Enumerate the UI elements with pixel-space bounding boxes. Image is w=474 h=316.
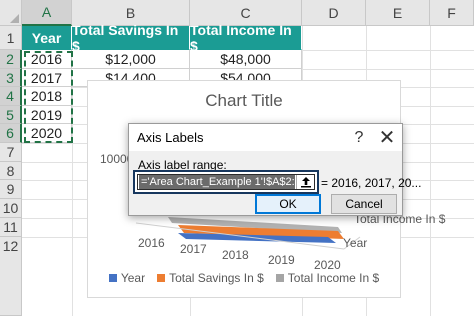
collapse-dialog-button[interactable]	[296, 175, 314, 189]
row-header-8[interactable]: 8	[0, 162, 22, 180]
row-header-11[interactable]: 11	[0, 218, 22, 237]
range-preview-text: = 2016, 2017, 20...	[321, 176, 422, 190]
dialog-title: Axis Labels	[137, 130, 204, 145]
x-axis-tick-label: 2018	[222, 248, 249, 262]
column-header-f[interactable]: F	[430, 0, 474, 26]
row-header-10[interactable]: 10	[0, 199, 22, 218]
axis-label-range-field[interactable]: ='Area Chart_Example 1'!$A$2:$A$	[133, 170, 319, 194]
header-cell-year[interactable]: Year	[22, 26, 72, 50]
chart-legend[interactable]: Year Total Savings In $ Total Income In …	[88, 271, 400, 285]
row-header-4[interactable]: 4	[0, 87, 22, 106]
axis-label-range-input[interactable]: ='Area Chart_Example 1'!$A$2:$A$	[139, 175, 295, 189]
header-cell-total-savings[interactable]: Total Savings In $	[72, 22, 190, 54]
table-cell-income[interactable]: $48,000	[190, 50, 302, 69]
help-icon[interactable]: ?	[346, 129, 372, 147]
row-header-3[interactable]: 3	[0, 69, 22, 87]
x-axis-tick-label: 2020	[314, 258, 341, 272]
x-axis-tick-label: 2019	[268, 253, 295, 267]
legend-item-total-savings[interactable]: Total Savings In $	[157, 271, 264, 285]
upload-arrow-icon	[300, 177, 311, 188]
ok-button[interactable]: OK	[255, 194, 321, 214]
legend-swatch	[108, 274, 117, 282]
row-header-6[interactable]: 6	[0, 124, 22, 143]
cancel-button[interactable]: Cancel	[331, 194, 397, 214]
row-header-2[interactable]: 2	[0, 50, 22, 69]
legend-item-year[interactable]: Year	[108, 271, 146, 285]
table-cell-year[interactable]: 2019	[22, 106, 72, 124]
table-cell-year[interactable]: 2018	[22, 87, 72, 106]
column-header-e[interactable]: E	[366, 0, 430, 26]
legend-swatch	[157, 274, 166, 282]
table-cell-year[interactable]: 2016	[22, 50, 72, 69]
select-all-corner[interactable]	[0, 0, 22, 26]
table-cell-year[interactable]: 2017	[22, 69, 72, 87]
series-axis-label-year: Year	[343, 236, 368, 250]
column-header-d[interactable]: D	[302, 0, 366, 26]
row-header-12[interactable]: 12	[0, 237, 22, 316]
row-header-7[interactable]: 7	[0, 143, 22, 162]
x-axis-tick-label: 2016	[138, 236, 165, 250]
dialog-titlebar[interactable]: Axis Labels ? ✕	[129, 124, 402, 151]
table-cell-year[interactable]: 2020	[22, 124, 72, 143]
column-header-a[interactable]: A	[22, 0, 72, 26]
legend-label: Total Savings In $	[169, 271, 264, 285]
table-cell-savings[interactable]: $12,000	[72, 50, 190, 69]
row-header-5[interactable]: 5	[0, 106, 22, 124]
row-header-9[interactable]: 9	[0, 180, 22, 199]
legend-item-total-income[interactable]: Total Income In $	[275, 271, 380, 285]
x-axis-tick-label: 2017	[180, 242, 207, 256]
row-header-1[interactable]: 1	[0, 26, 22, 50]
axis-labels-dialog: Axis Labels ? ✕ Axis label range: ='Area…	[128, 123, 421, 216]
close-icon[interactable]: ✕	[372, 128, 402, 148]
legend-swatch	[275, 274, 284, 282]
header-cell-total-income[interactable]: Total Income In $	[190, 22, 302, 54]
legend-label: Year	[120, 271, 146, 285]
legend-label: Total Income In $	[287, 271, 380, 285]
